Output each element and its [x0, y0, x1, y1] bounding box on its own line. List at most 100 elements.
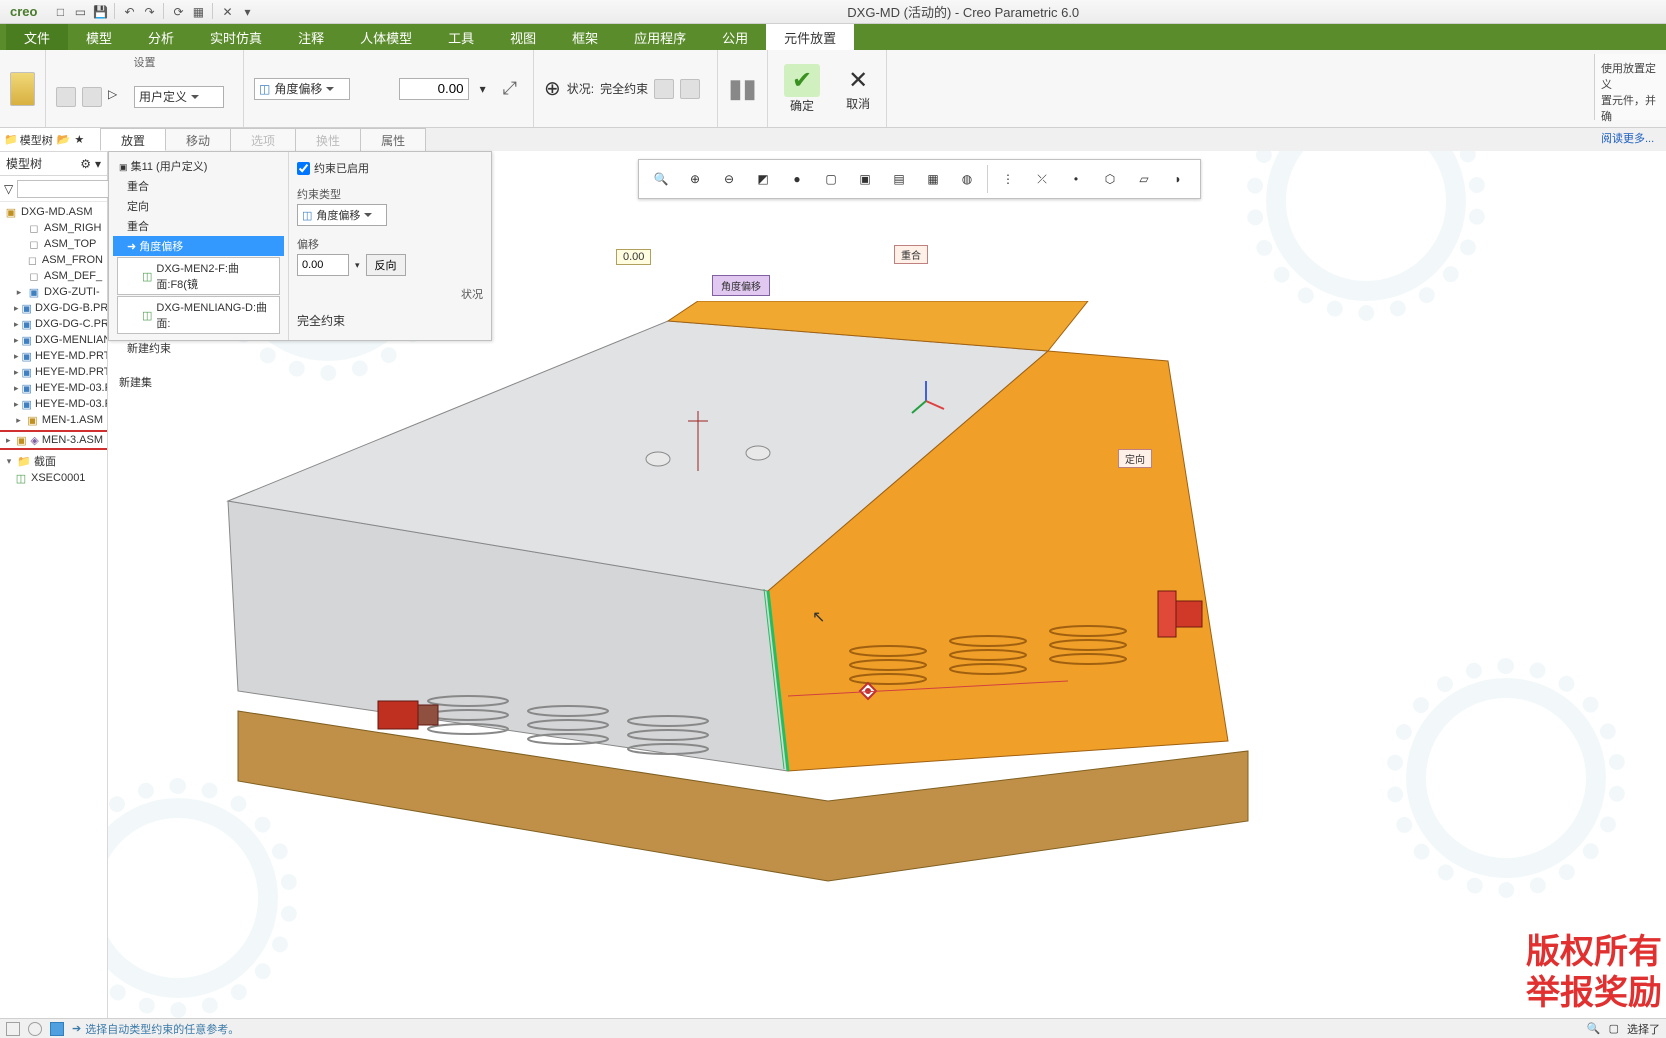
tree-item[interactable]: ▸▣DXG-MENLIANG-D.PRT	[0, 332, 107, 348]
filter-icon[interactable]: ▽	[4, 182, 13, 196]
close-icon[interactable]: ✕	[218, 3, 236, 21]
undo-icon[interactable]: ↶	[120, 3, 138, 21]
tab-sim[interactable]: 实时仿真	[192, 24, 280, 50]
tab-manikin[interactable]: 人体模型	[342, 24, 430, 50]
offset-spinner-icon[interactable]: ▾	[355, 260, 360, 271]
sel-count-icon[interactable]: ▢	[1609, 1022, 1619, 1035]
new-constraint-link[interactable]: 新建约束	[113, 338, 284, 358]
shade-icon[interactable]: ●	[781, 163, 813, 195]
tree-item[interactable]: ▸▣HEYE-MD.PRT	[0, 364, 107, 380]
offset-dropdown-icon[interactable]: ▾	[475, 82, 491, 96]
spin-center-icon[interactable]: ◍	[951, 163, 983, 195]
read-more-link[interactable]: 阅读更多...	[1601, 130, 1660, 146]
flip-button[interactable]: 反向	[366, 254, 406, 276]
tree-item[interactable]: ▸▣MEN-1.ASM	[0, 412, 107, 428]
constraint-type-combo[interactable]: ◫ 角度偏移	[297, 204, 387, 226]
model-3d-view[interactable]	[168, 301, 1268, 901]
open-icon[interactable]: ▭	[71, 3, 89, 21]
regen-icon[interactable]: ⟳	[169, 3, 187, 21]
constraint-enabled-checkbox[interactable]: 约束已启用	[297, 160, 483, 176]
constraint-type-combo[interactable]: ◫ 角度偏移	[254, 78, 350, 100]
csys-icon[interactable]: ⊕	[544, 76, 561, 101]
tree-item[interactable]: ▸▣HEYE-MD-03.PRT	[0, 396, 107, 412]
tab-apps[interactable]: 应用程序	[616, 24, 704, 50]
tree-item[interactable]: ◻ASM_RIGH	[0, 220, 107, 236]
constraint-tag-coincident[interactable]: 重合	[894, 245, 928, 264]
flip-icon[interactable]: ⤢	[497, 78, 523, 99]
sb-icon-1[interactable]	[6, 1022, 20, 1036]
csys-display-icon[interactable]: ⬡	[1094, 163, 1126, 195]
subtab-options[interactable]: 选项	[230, 128, 296, 151]
cancel-button[interactable]: ✕ 取消	[836, 62, 880, 116]
tree-settings-icon[interactable]: ⚙	[80, 157, 91, 171]
placement-constraint-item[interactable]: 重合	[113, 176, 284, 196]
tree-item[interactable]: ▸▣HEYE-MD.PRT	[0, 348, 107, 364]
placement-constraint-item[interactable]: 重合	[113, 216, 284, 236]
tree-item[interactable]: ▸▣DXG-DG-C.PRT	[0, 316, 107, 332]
new-icon[interactable]: □	[51, 3, 69, 21]
tree-section-folder[interactable]: ▾📁截面	[0, 452, 107, 470]
placement-ref-1[interactable]: ◫DXG-MEN2-F:曲面:F8(镜	[117, 257, 280, 295]
pause-icon[interactable]: ▮▮	[728, 73, 757, 104]
subtab-flex[interactable]: 换性	[295, 128, 361, 151]
sb-icon-2[interactable]	[28, 1022, 42, 1036]
zoom-in-icon[interactable]: ⊕	[679, 163, 711, 195]
tree-item-active[interactable]: ▸▣◈MEN-3.ASM	[0, 430, 107, 450]
subtab-properties[interactable]: 属性	[360, 128, 426, 151]
tab-annotate[interactable]: 注释	[280, 24, 342, 50]
offset-value-input[interactable]	[399, 78, 469, 100]
play-icon[interactable]: ▷	[108, 87, 128, 107]
saved-view-icon[interactable]: ▣	[849, 163, 881, 195]
tab-public[interactable]: 公用	[704, 24, 766, 50]
tree-filter-icon[interactable]: ▾	[95, 157, 101, 171]
datum-display-icon[interactable]: ⋮	[992, 163, 1024, 195]
tab-model[interactable]: 模型	[68, 24, 130, 50]
perspective-icon[interactable]: ▦	[917, 163, 949, 195]
tree-item[interactable]: ◻ASM_FRON	[0, 252, 107, 268]
pick-icon[interactable]	[56, 87, 76, 107]
annotation-display-icon[interactable]: ◗	[1162, 163, 1194, 195]
interface-icon[interactable]	[82, 87, 102, 107]
tab-analyze[interactable]: 分析	[130, 24, 192, 50]
point-display-icon[interactable]: •	[1060, 163, 1092, 195]
tree-root[interactable]: ▣DXG-MD.ASM	[0, 204, 107, 220]
folder-tab[interactable]: 📂	[57, 133, 71, 146]
placement-set-header[interactable]: ▣ 集11 (用户定义)	[113, 156, 284, 176]
offset-input[interactable]	[297, 254, 349, 276]
placement-constraint-active[interactable]: ➜ 角度偏移	[113, 236, 284, 256]
display-style-icon[interactable]: ▢	[815, 163, 847, 195]
tab-tools[interactable]: 工具	[430, 24, 492, 50]
fav-tab[interactable]: ★	[74, 133, 84, 146]
tab-view[interactable]: 视图	[492, 24, 554, 50]
tab-component-place[interactable]: 元件放置	[766, 24, 854, 50]
component-icon[interactable]	[10, 72, 35, 106]
layers-icon[interactable]: ▤	[883, 163, 915, 195]
sb-icon-3[interactable]	[50, 1022, 64, 1036]
qat-dropdown-icon[interactable]: ▾	[238, 3, 256, 21]
tab-frame[interactable]: 框架	[554, 24, 616, 50]
tab-file[interactable]: 文件	[6, 24, 68, 50]
plane-display-icon[interactable]: ▱	[1128, 163, 1160, 195]
save-icon[interactable]: 💾	[91, 3, 109, 21]
constraint-tag-angle[interactable]: 角度偏移	[712, 275, 770, 296]
tree-xsec-item[interactable]: ◫XSEC0001	[0, 470, 107, 486]
windows-icon[interactable]: ▦	[189, 3, 207, 21]
confirm-button[interactable]: ✔ 确定	[774, 60, 830, 118]
repaint-icon[interactable]: ◩	[747, 163, 779, 195]
tree-item[interactable]: ◻ASM_TOP	[0, 236, 107, 252]
model-tree-tab[interactable]: 📁模型树	[4, 132, 53, 148]
sel-filter-icon[interactable]: 🔍	[1587, 1022, 1601, 1035]
tree-item[interactable]: ▸▣DXG-DG-B.PRT	[0, 300, 107, 316]
tree-item[interactable]: ◻ASM_DEF_	[0, 268, 107, 284]
subtab-move[interactable]: 移动	[165, 128, 231, 151]
axis-display-icon[interactable]: ⤫	[1026, 163, 1058, 195]
placement-ref-2[interactable]: ◫DXG-MENLIANG-D:曲面:	[117, 296, 280, 334]
dimension-label[interactable]: 0.00	[616, 249, 651, 265]
redo-icon[interactable]: ↷	[140, 3, 158, 21]
method-combo[interactable]: 用户定义	[134, 86, 224, 108]
constraint-tag-orient[interactable]: 定向	[1118, 449, 1152, 468]
tree-item[interactable]: ▸▣HEYE-MD-03.PRT	[0, 380, 107, 396]
zoom-fit-icon[interactable]: 🔍	[645, 163, 677, 195]
status-icon1[interactable]	[654, 79, 674, 99]
subtab-placement[interactable]: 放置	[100, 128, 166, 151]
